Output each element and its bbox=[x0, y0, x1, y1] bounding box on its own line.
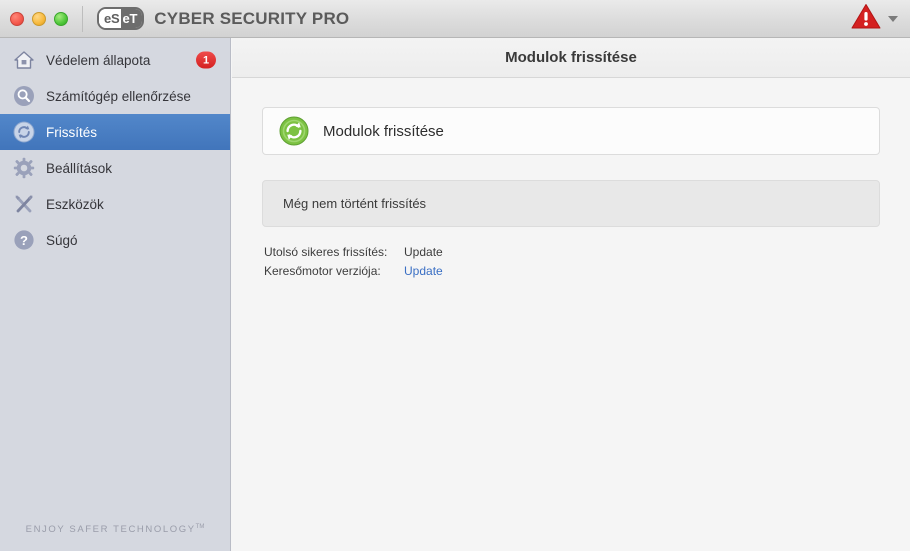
update-info-list: Utolsó sikeres frissítés: Update Keresőm… bbox=[262, 245, 880, 283]
sidebar-item-label: Súgó bbox=[46, 232, 78, 248]
sidebar-item-label: Beállítások bbox=[46, 160, 113, 176]
info-key: Keresőmotor verziója: bbox=[264, 264, 381, 278]
main-content: Modulok frissítése Modulok frissítése Mé… bbox=[232, 38, 910, 551]
tagline-text: ENJOY SAFER TECHNOLOGY bbox=[25, 524, 196, 535]
update-status-text: Még nem történt frissítés bbox=[283, 196, 427, 211]
sidebar-item-label: Védelem állapota bbox=[46, 52, 151, 68]
close-window-button[interactable] bbox=[10, 11, 24, 26]
update-modules-card[interactable]: Modulok frissítése bbox=[262, 107, 880, 155]
home-icon bbox=[12, 48, 36, 72]
page-title: Modulok frissítése bbox=[505, 49, 637, 66]
eset-logo-right: eT bbox=[120, 9, 143, 28]
refresh-icon bbox=[12, 120, 36, 144]
info-value: Update bbox=[404, 245, 443, 259]
status-badge: 1 bbox=[196, 51, 216, 69]
content-header: Modulok frissítése bbox=[232, 38, 910, 78]
gear-icon bbox=[12, 156, 36, 180]
tools-icon bbox=[12, 192, 36, 216]
brand-area: eS eT CYBER SECURITY PRO bbox=[97, 7, 349, 30]
sidebar: Védelem állapota 1 Számítógép ellenőrzés… bbox=[0, 38, 231, 551]
brand-tagline: ENJOY SAFER TECHNOLOGYTM bbox=[0, 524, 230, 535]
titlebar-status-area bbox=[851, 0, 902, 38]
info-key: Utolsó sikeres frissítés: bbox=[264, 245, 388, 259]
warning-triangle-icon[interactable] bbox=[851, 3, 881, 35]
sidebar-item-update[interactable]: Frissítés bbox=[0, 114, 230, 150]
sidebar-item-help[interactable]: ? Súgó bbox=[0, 222, 230, 258]
sidebar-item-label: Eszközök bbox=[46, 196, 104, 212]
update-status-box: Még nem történt frissítés bbox=[262, 180, 880, 227]
titlebar-divider bbox=[82, 5, 83, 32]
eset-logo-left: eS bbox=[99, 9, 121, 28]
chevron-down-icon[interactable] bbox=[888, 16, 898, 22]
magnifier-icon bbox=[12, 84, 36, 108]
sidebar-item-protection-status[interactable]: Védelem állapota 1 bbox=[0, 42, 230, 78]
question-icon: ? bbox=[12, 228, 36, 252]
update-modules-label: Modulok frissítése bbox=[323, 122, 444, 140]
info-row: Utolsó sikeres frissítés: Update bbox=[264, 245, 880, 264]
info-value-link[interactable]: Update bbox=[404, 264, 443, 278]
minimize-window-button[interactable] bbox=[32, 11, 46, 26]
eset-logo-icon: eS eT bbox=[97, 7, 145, 30]
panel-area: Modulok frissítése Még nem történt friss… bbox=[232, 78, 910, 283]
tagline-trademark: TM bbox=[195, 523, 205, 530]
svg-text:?: ? bbox=[20, 233, 28, 248]
window-controls bbox=[10, 11, 68, 26]
green-refresh-icon bbox=[279, 116, 309, 146]
title-bar: eS eT CYBER SECURITY PRO bbox=[0, 0, 910, 38]
sidebar-item-label: Frissítés bbox=[46, 124, 98, 140]
sidebar-item-tools[interactable]: Eszközök bbox=[0, 186, 230, 222]
sidebar-item-setup[interactable]: Beállítások bbox=[0, 150, 230, 186]
sidebar-nav: Védelem állapota 1 Számítógép ellenőrzés… bbox=[0, 38, 230, 258]
info-row: Keresőmotor verziója: Update bbox=[264, 264, 880, 283]
sidebar-item-computer-scan[interactable]: Számítógép ellenőrzése bbox=[0, 78, 230, 114]
sidebar-item-label: Számítógép ellenőrzése bbox=[46, 88, 191, 104]
zoom-window-button[interactable] bbox=[54, 11, 68, 26]
product-name: CYBER SECURITY PRO bbox=[154, 8, 350, 28]
app-window: eS eT CYBER SECURITY PRO Védelem állapot… bbox=[0, 0, 910, 551]
